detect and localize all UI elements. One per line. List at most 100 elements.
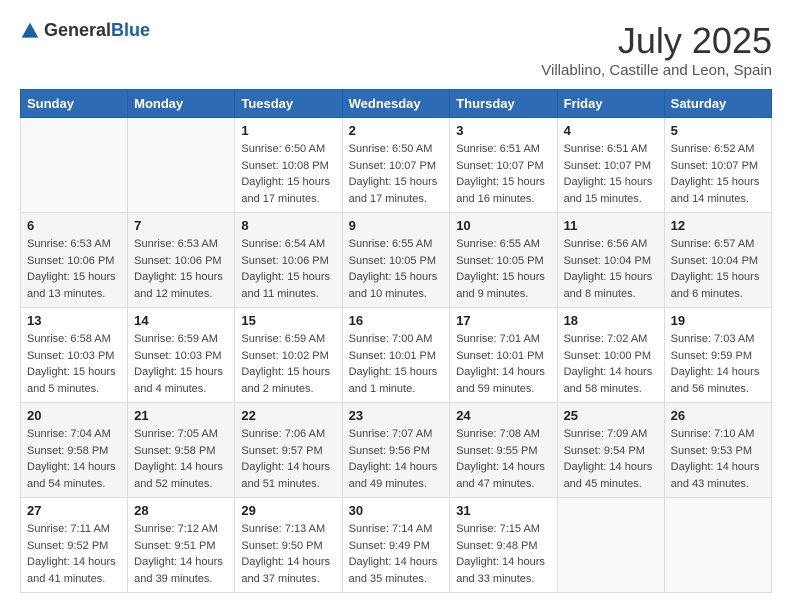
day-info: Sunrise: 7:14 AM Sunset: 9:49 PM Dayligh… — [349, 521, 444, 587]
day-number: 27 — [27, 503, 121, 518]
day-number: 23 — [349, 408, 444, 423]
day-number: 6 — [27, 218, 121, 233]
calendar-cell: 1 Sunrise: 6:50 AM Sunset: 10:08 PM Dayli… — [235, 118, 342, 213]
calendar-cell: 16Sunrise: 7:00 AM Sunset: 10:01 PM Dayl… — [342, 308, 450, 403]
day-info: Sunrise: 7:04 AM Sunset: 9:58 PM Dayligh… — [27, 426, 121, 492]
day-number: 16 — [349, 313, 444, 328]
calendar-cell: 24 Sunrise: 7:08 AM Sunset: 9:55 PM Dayli… — [450, 403, 557, 498]
logo-blue: Blue — [111, 20, 150, 40]
calendar-cell: 20 Sunrise: 7:04 AM Sunset: 9:58 PM Dayli… — [21, 403, 128, 498]
calendar-cell: 3Sunrise: 6:51 AM Sunset: 10:07 PM Dayli… — [450, 118, 557, 213]
day-number: 30 — [349, 503, 444, 518]
day-info: Sunrise: 6:54 AM Sunset: 10:06 PM Daylig… — [241, 236, 335, 302]
day-info: Sunrise: 7:02 AM Sunset: 10:00 PM Daylig… — [564, 331, 658, 397]
day-number: 5 — [671, 123, 765, 138]
day-number: 24 — [456, 408, 550, 423]
day-number: 7 — [134, 218, 228, 233]
day-info: Sunrise: 7:12 AM Sunset: 9:51 PM Dayligh… — [134, 521, 228, 587]
calendar-cell — [664, 498, 771, 593]
day-info: Sunrise: 6:57 AM Sunset: 10:04 PM Daylig… — [671, 236, 765, 302]
calendar-cell: 23 Sunrise: 7:07 AM Sunset: 9:56 PM Dayli… — [342, 403, 450, 498]
calendar-cell: 26 Sunrise: 7:10 AM Sunset: 9:53 PM Dayli… — [664, 403, 771, 498]
day-number: 14 — [134, 313, 228, 328]
day-number: 13 — [27, 313, 121, 328]
day-number: 10 — [456, 218, 550, 233]
day-header-friday: Friday — [557, 90, 664, 118]
day-number: 1 — [241, 123, 335, 138]
logo: GeneralBlue — [20, 20, 150, 41]
logo-general: General — [44, 20, 111, 40]
day-number: 15 — [241, 313, 335, 328]
day-info: Sunrise: 6:55 AM Sunset: 10:05 PM Daylig… — [349, 236, 444, 302]
month-title: July 2025 — [541, 20, 772, 62]
day-header-tuesday: Tuesday — [235, 90, 342, 118]
calendar-cell: 19 Sunrise: 7:03 AM Sunset: 9:59 PM Dayli… — [664, 308, 771, 403]
calendar-week-row: 1 Sunrise: 6:50 AM Sunset: 10:08 PM Dayli… — [21, 118, 772, 213]
calendar-cell: 7 Sunrise: 6:53 AM Sunset: 10:06 PM Dayli… — [128, 213, 235, 308]
day-info: Sunrise: 6:55 AM Sunset: 10:05 PM Daylig… — [456, 236, 550, 302]
calendar-cell: 13 Sunrise: 6:58 AM Sunset: 10:03 PM Dayl… — [21, 308, 128, 403]
day-number: 3 — [456, 123, 550, 138]
day-number: 19 — [671, 313, 765, 328]
calendar-cell — [21, 118, 128, 213]
calendar-cell: 15 Sunrise: 6:59 AM Sunset: 10:02 PM Dayl… — [235, 308, 342, 403]
calendar-cell: 25Sunrise: 7:09 AM Sunset: 9:54 PM Dayli… — [557, 403, 664, 498]
day-number: 12 — [671, 218, 765, 233]
day-info: Sunrise: 7:10 AM Sunset: 9:53 PM Dayligh… — [671, 426, 765, 492]
day-info: Sunrise: 7:09 AM Sunset: 9:54 PM Dayligh… — [564, 426, 658, 492]
day-number: 11 — [564, 218, 658, 233]
day-number: 21 — [134, 408, 228, 423]
day-number: 4 — [564, 123, 658, 138]
calendar-cell: 18 Sunrise: 7:02 AM Sunset: 10:00 PM Dayl… — [557, 308, 664, 403]
day-header-monday: Monday — [128, 90, 235, 118]
day-number: 26 — [671, 408, 765, 423]
calendar-cell: 4 Sunrise: 6:51 AM Sunset: 10:07 PM Dayli… — [557, 118, 664, 213]
day-info: Sunrise: 7:15 AM Sunset: 9:48 PM Dayligh… — [456, 521, 550, 587]
day-number: 31 — [456, 503, 550, 518]
calendar-cell: 8Sunrise: 6:54 AM Sunset: 10:06 PM Dayli… — [235, 213, 342, 308]
day-number: 29 — [241, 503, 335, 518]
page-header: GeneralBlue July 2025 Villablino, Castil… — [20, 20, 772, 79]
day-info: Sunrise: 7:07 AM Sunset: 9:56 PM Dayligh… — [349, 426, 444, 492]
calendar-cell: 2Sunrise: 6:50 AM Sunset: 10:07 PM Dayli… — [342, 118, 450, 213]
calendar-cell: 11 Sunrise: 6:56 AM Sunset: 10:04 PM Dayl… — [557, 213, 664, 308]
day-info: Sunrise: 6:58 AM Sunset: 10:03 PM Daylig… — [27, 331, 121, 397]
day-info: Sunrise: 6:59 AM Sunset: 10:02 PM Daylig… — [241, 331, 335, 397]
logo-icon — [20, 21, 40, 41]
day-header-wednesday: Wednesday — [342, 90, 450, 118]
calendar-header-row: SundayMondayTuesdayWednesdayThursdayFrid… — [21, 90, 772, 118]
day-number: 18 — [564, 313, 658, 328]
day-info: Sunrise: 6:56 AM Sunset: 10:04 PM Daylig… — [564, 236, 658, 302]
day-info: Sunrise: 6:50 AM Sunset: 10:07 PM Daylig… — [349, 141, 444, 207]
calendar-cell: 10 Sunrise: 6:55 AM Sunset: 10:05 PM Dayl… — [450, 213, 557, 308]
calendar-cell: 22 Sunrise: 7:06 AM Sunset: 9:57 PM Dayli… — [235, 403, 342, 498]
day-info: Sunrise: 7:08 AM Sunset: 9:55 PM Dayligh… — [456, 426, 550, 492]
calendar-cell — [557, 498, 664, 593]
day-info: Sunrise: 6:52 AM Sunset: 10:07 PM Daylig… — [671, 141, 765, 207]
calendar-cell: 17 Sunrise: 7:01 AM Sunset: 10:01 PM Dayl… — [450, 308, 557, 403]
calendar-cell: 29Sunrise: 7:13 AM Sunset: 9:50 PM Dayli… — [235, 498, 342, 593]
calendar-cell: 21 Sunrise: 7:05 AM Sunset: 9:58 PM Dayli… — [128, 403, 235, 498]
calendar-week-row: 13 Sunrise: 6:58 AM Sunset: 10:03 PM Dayl… — [21, 308, 772, 403]
day-info: Sunrise: 6:50 AM Sunset: 10:08 PM Daylig… — [241, 141, 335, 207]
day-number: 17 — [456, 313, 550, 328]
day-number: 20 — [27, 408, 121, 423]
day-info: Sunrise: 7:05 AM Sunset: 9:58 PM Dayligh… — [134, 426, 228, 492]
calendar-cell: 5 Sunrise: 6:52 AM Sunset: 10:07 PM Dayli… — [664, 118, 771, 213]
calendar-week-row: 6 Sunrise: 6:53 AM Sunset: 10:06 PM Dayli… — [21, 213, 772, 308]
day-info: Sunrise: 7:03 AM Sunset: 9:59 PM Dayligh… — [671, 331, 765, 397]
calendar-table: SundayMondayTuesdayWednesdayThursdayFrid… — [20, 89, 772, 593]
calendar-cell: 28 Sunrise: 7:12 AM Sunset: 9:51 PM Dayli… — [128, 498, 235, 593]
day-number: 9 — [349, 218, 444, 233]
calendar-cell: 6Sunrise: 6:53 AM Sunset: 10:06 PM Dayli… — [21, 213, 128, 308]
day-info: Sunrise: 6:53 AM Sunset: 10:06 PM Daylig… — [134, 236, 228, 302]
day-number: 28 — [134, 503, 228, 518]
day-info: Sunrise: 6:51 AM Sunset: 10:07 PM Daylig… — [564, 141, 658, 207]
calendar-cell — [128, 118, 235, 213]
day-number: 22 — [241, 408, 335, 423]
calendar-cell: 9 Sunrise: 6:55 AM Sunset: 10:05 PM Dayli… — [342, 213, 450, 308]
title-area: July 2025 Villablino, Castille and Leon,… — [541, 20, 772, 79]
day-info: Sunrise: 7:06 AM Sunset: 9:57 PM Dayligh… — [241, 426, 335, 492]
logo-text: GeneralBlue — [44, 20, 150, 41]
day-info: Sunrise: 7:01 AM Sunset: 10:01 PM Daylig… — [456, 331, 550, 397]
